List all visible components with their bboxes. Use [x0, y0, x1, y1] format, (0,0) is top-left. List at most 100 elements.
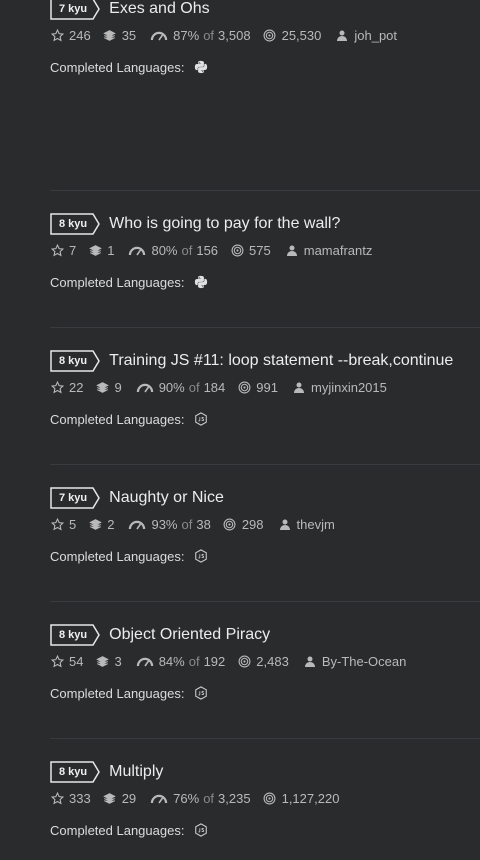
rank-badge: 7 kyu [50, 487, 101, 509]
author-icon [303, 654, 317, 668]
kata-stats: 333 29 76% of 3,235 1,127,220 [50, 789, 480, 807]
of-label: of [188, 379, 200, 395]
completed-target-icon [230, 243, 244, 257]
completed-count: 2,483 [256, 653, 289, 669]
author-link[interactable]: By-The-Ocean [322, 654, 407, 669]
kata-title-link[interactable]: Training JS #11: loop statement --break,… [109, 352, 453, 370]
star-icon [50, 791, 64, 805]
javascript-icon [194, 412, 208, 426]
stars-count: 246 [69, 27, 91, 43]
completed-languages: Completed Languages: [50, 547, 480, 565]
javascript-icon [194, 686, 208, 700]
completed-languages: Completed Languages: [50, 58, 480, 76]
kata-title-link[interactable]: Object Oriented Piracy [109, 626, 270, 644]
stars-count: 5 [69, 516, 77, 532]
rank-label: 8 kyu [59, 766, 88, 778]
collections-icon [88, 243, 102, 257]
of-label: of [181, 516, 193, 532]
divider [50, 190, 480, 191]
author-icon [335, 28, 349, 42]
kata-item: 8 kyu Object Oriented Piracy 54 3 84% of 1… [50, 622, 480, 702]
votes-count: 156 [196, 242, 219, 258]
satisfaction-rating: 87% [173, 27, 200, 43]
divider [50, 464, 480, 465]
kata-item: 8 kyu Multiply 333 29 76% of 3,235 1,127,2… [50, 759, 480, 839]
javascript-icon [194, 549, 208, 563]
rank-badge: 8 kyu [50, 761, 101, 783]
kata-item: 7 kyu Exes and Ohs 246 35 87% of 3,508 25,… [50, 0, 480, 76]
completed-target-icon [223, 517, 237, 531]
collections-count: 1 [107, 242, 115, 258]
collections-icon [95, 380, 109, 394]
author-link[interactable]: myjinxin2015 [311, 380, 387, 395]
stars-count: 7 [69, 242, 77, 258]
collections-count: 2 [107, 516, 115, 532]
completed-target-icon [263, 791, 277, 805]
rank-badge: 8 kyu [50, 213, 101, 235]
python-icon [194, 275, 208, 289]
kata-title-link[interactable]: Exes and Ohs [109, 0, 210, 18]
satisfaction-rating: 93% [151, 516, 178, 532]
python-icon [194, 60, 208, 74]
rank-badge: 7 kyu [50, 0, 101, 20]
of-label: of [203, 27, 215, 43]
star-icon [50, 243, 64, 257]
collections-count: 9 [114, 379, 122, 395]
completed-languages: Completed Languages: [50, 410, 480, 428]
rank-label: 8 kyu [59, 629, 88, 641]
completed-languages-label: Completed Languages: [50, 411, 185, 427]
divider [50, 327, 480, 328]
divider [50, 738, 480, 739]
author-link[interactable]: mamafrantz [304, 243, 373, 258]
satisfaction-gauge-icon [150, 28, 168, 42]
completed-count: 991 [256, 379, 278, 395]
votes-count: 3,235 [218, 790, 251, 806]
kata-stats: 246 35 87% of 3,508 25,530 joh_pot [50, 26, 480, 44]
author-link[interactable]: joh_pot [354, 28, 397, 43]
collections-count: 35 [121, 27, 137, 43]
author-icon [292, 380, 306, 394]
completed-languages-label: Completed Languages: [50, 59, 185, 75]
satisfaction-rating: 84% [158, 653, 185, 669]
completed-count: 298 [241, 516, 264, 532]
completed-languages: Completed Languages: [50, 821, 480, 839]
completed-languages-label: Completed Languages: [50, 548, 185, 564]
kata-title-link[interactable]: Multiply [109, 763, 163, 781]
completed-languages-label: Completed Languages: [50, 274, 185, 290]
author-link[interactable]: thevjm [297, 517, 335, 532]
satisfaction-gauge-icon [136, 380, 154, 394]
completed-target-icon [237, 380, 251, 394]
kata-title-link[interactable]: Naughty or Nice [109, 489, 224, 507]
kata-title-link[interactable]: Who is going to pay for the wall? [109, 215, 340, 233]
of-label: of [203, 790, 215, 806]
kata-stats: 5 2 93% of 38 298 thevjm [50, 515, 480, 533]
kata-item: 7 kyu Naughty or Nice 5 2 93% of 38 298 th… [50, 485, 480, 565]
star-icon [50, 28, 64, 42]
completed-languages-label: Completed Languages: [50, 685, 185, 701]
satisfaction-rating: 76% [173, 790, 200, 806]
author-icon [285, 243, 299, 257]
satisfaction-gauge-icon [136, 654, 154, 668]
stars-count: 333 [69, 790, 91, 806]
completed-target-icon [263, 28, 277, 42]
collections-icon [103, 791, 117, 805]
completed-count: 575 [249, 242, 271, 258]
star-icon [50, 380, 64, 394]
collections-icon [88, 517, 102, 531]
completed-count: 25,530 [281, 27, 322, 43]
votes-count: 38 [196, 516, 211, 532]
star-icon [50, 654, 64, 668]
collections-icon [103, 28, 117, 42]
satisfaction-rating: 80% [151, 242, 178, 258]
collections-count: 29 [121, 790, 137, 806]
completed-count: 1,127,220 [281, 790, 340, 806]
of-label: of [188, 653, 200, 669]
rank-label: 7 kyu [59, 3, 88, 15]
stars-count: 54 [69, 653, 84, 669]
of-label: of [181, 242, 193, 258]
rank-label: 7 kyu [59, 492, 88, 504]
author-icon [278, 517, 292, 531]
rank-badge: 8 kyu [50, 624, 101, 646]
rank-label: 8 kyu [59, 355, 88, 367]
satisfaction-rating: 90% [158, 379, 185, 395]
